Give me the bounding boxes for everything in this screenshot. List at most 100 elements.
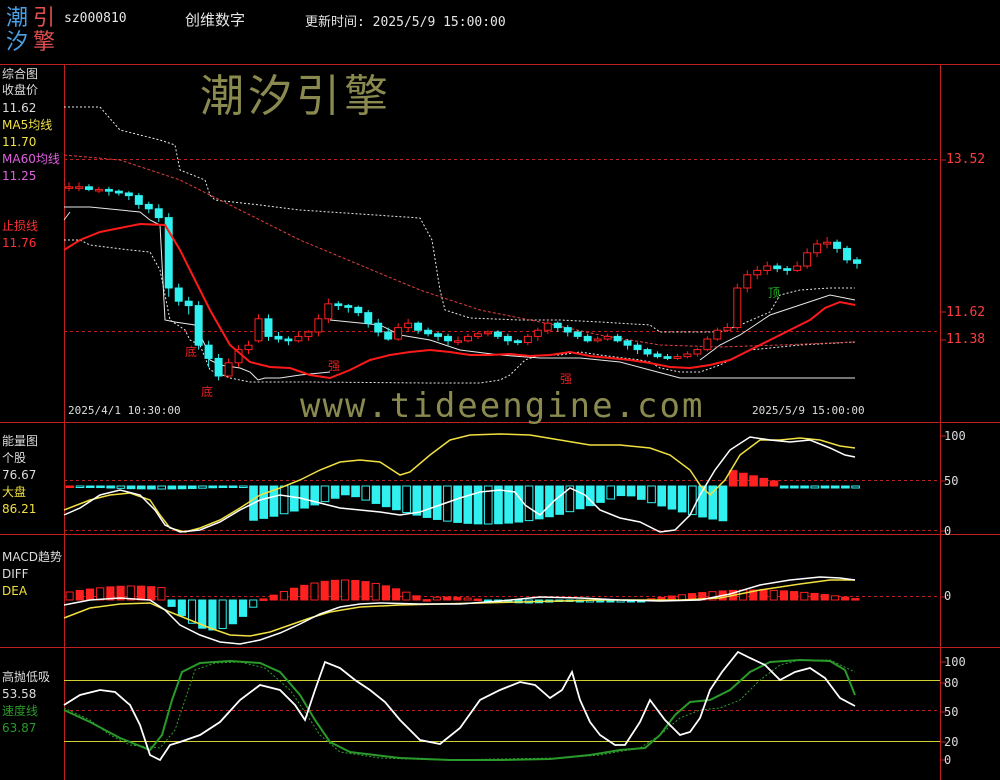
- candle-body: [733, 287, 742, 329]
- energy-bar: [147, 485, 156, 490]
- macd-bar: [310, 582, 319, 601]
- candle-body: [144, 203, 153, 210]
- axis-label-main-3: 11.38: [946, 332, 986, 347]
- macd-bar: [361, 581, 370, 601]
- energy-bar: [432, 485, 442, 520]
- candle-body: [823, 241, 832, 245]
- candle-body: [763, 265, 772, 271]
- energy-bar: [126, 485, 136, 490]
- macd-bar: [320, 580, 329, 601]
- close-value: 11.62: [2, 101, 37, 115]
- macd-bar: [432, 596, 442, 601]
- candle-body: [384, 331, 393, 340]
- energy-bar: [96, 485, 105, 489]
- energy-bar: [596, 485, 605, 503]
- diff-label: DIFF: [2, 567, 29, 581]
- speed-label: 速度线: [2, 704, 39, 718]
- macd-bar: [330, 579, 339, 601]
- candle-body: [703, 338, 712, 351]
- energy-bar: [841, 485, 850, 489]
- candle-body: [444, 335, 453, 342]
- candle-body: [483, 331, 492, 335]
- macd-bar: [851, 598, 860, 601]
- energy-bar: [106, 485, 115, 489]
- panel-energy-title: 能量图: [2, 434, 39, 448]
- tide-value: 53.58: [2, 687, 37, 701]
- macd-bar: [473, 598, 482, 602]
- energy-bar: [290, 485, 299, 512]
- candle-body: [473, 333, 482, 337]
- candle-body: [414, 322, 423, 331]
- candle-body: [503, 335, 512, 342]
- macd-bar: [810, 592, 819, 601]
- candle-body: [493, 331, 502, 337]
- macd-bar: [463, 597, 472, 601]
- macd-bar: [96, 587, 105, 601]
- candle-body: [783, 268, 792, 271]
- macd-bar: [208, 599, 217, 631]
- macd-bar: [739, 589, 748, 601]
- energy-bar: [463, 485, 473, 524]
- panel-tide-title: 高抛低吸: [2, 670, 51, 684]
- energy-bar: [177, 485, 187, 490]
- energy-bar: [779, 485, 789, 489]
- market-energy-value: 86.21: [2, 502, 37, 516]
- candle-body: [853, 259, 862, 264]
- energy-bar: [279, 485, 289, 515]
- ma60-value: 11.25: [2, 169, 37, 183]
- energy-bar: [187, 485, 197, 490]
- macd-bar: [249, 599, 258, 608]
- energy-bar: [739, 472, 748, 487]
- candle-body: [434, 333, 443, 337]
- energy-bar: [320, 485, 330, 503]
- candle-body: [454, 340, 463, 343]
- candle-body: [184, 300, 193, 307]
- watermark-logo: 潮汐引擎: [200, 71, 392, 122]
- tide-line: [63, 650, 856, 762]
- energy-bar: [749, 475, 758, 487]
- macd-bar: [381, 585, 391, 601]
- energy-bar: [422, 485, 432, 518]
- energy-bar: [830, 485, 840, 489]
- energy-bar: [759, 477, 769, 487]
- candle-body: [753, 269, 762, 276]
- market-energy-label: 大盘: [2, 485, 27, 499]
- candle-body: [743, 274, 752, 289]
- macd-bar: [136, 585, 146, 601]
- candle-body: [174, 287, 183, 302]
- energy-bar: [330, 485, 340, 499]
- energy-bar: [65, 485, 75, 488]
- candle-body: [573, 331, 582, 337]
- candle-body: [593, 338, 602, 342]
- energy-bar: [228, 485, 238, 488]
- macd-bar: [65, 591, 74, 601]
- candle-body: [224, 362, 233, 377]
- macd-bar: [402, 591, 411, 601]
- candle-body: [603, 335, 612, 340]
- candle-body: [94, 188, 103, 192]
- macd-bar: [392, 588, 401, 601]
- energy-bar: [198, 485, 207, 489]
- candle-body: [713, 329, 722, 340]
- candle-body: [803, 252, 812, 267]
- candle-body: [344, 305, 353, 308]
- energy-bar: [810, 485, 820, 489]
- date-start: 2025/4/1 10:30:00: [68, 404, 181, 417]
- macd-bar: [259, 598, 268, 601]
- dea-label: DEA: [2, 584, 28, 598]
- energy-bar: [259, 485, 269, 519]
- candle-body: [284, 338, 293, 342]
- energy-bar: [677, 485, 687, 513]
- energy-bar: [494, 485, 503, 525]
- energy-bar: [769, 480, 779, 487]
- axis-label-tide-100: 100: [944, 655, 966, 669]
- macd-bar: [800, 591, 809, 601]
- candle-body: [723, 327, 732, 331]
- ma5-label: MA5均线: [2, 118, 53, 132]
- energy-bar: [626, 485, 636, 497]
- annotation-strong-2: 强: [560, 372, 572, 386]
- axis-label-energy-0: 0: [944, 524, 952, 538]
- axis-label-tide-20: 20: [944, 735, 959, 749]
- energy-bar: [85, 485, 95, 488]
- energy-bar: [157, 485, 167, 490]
